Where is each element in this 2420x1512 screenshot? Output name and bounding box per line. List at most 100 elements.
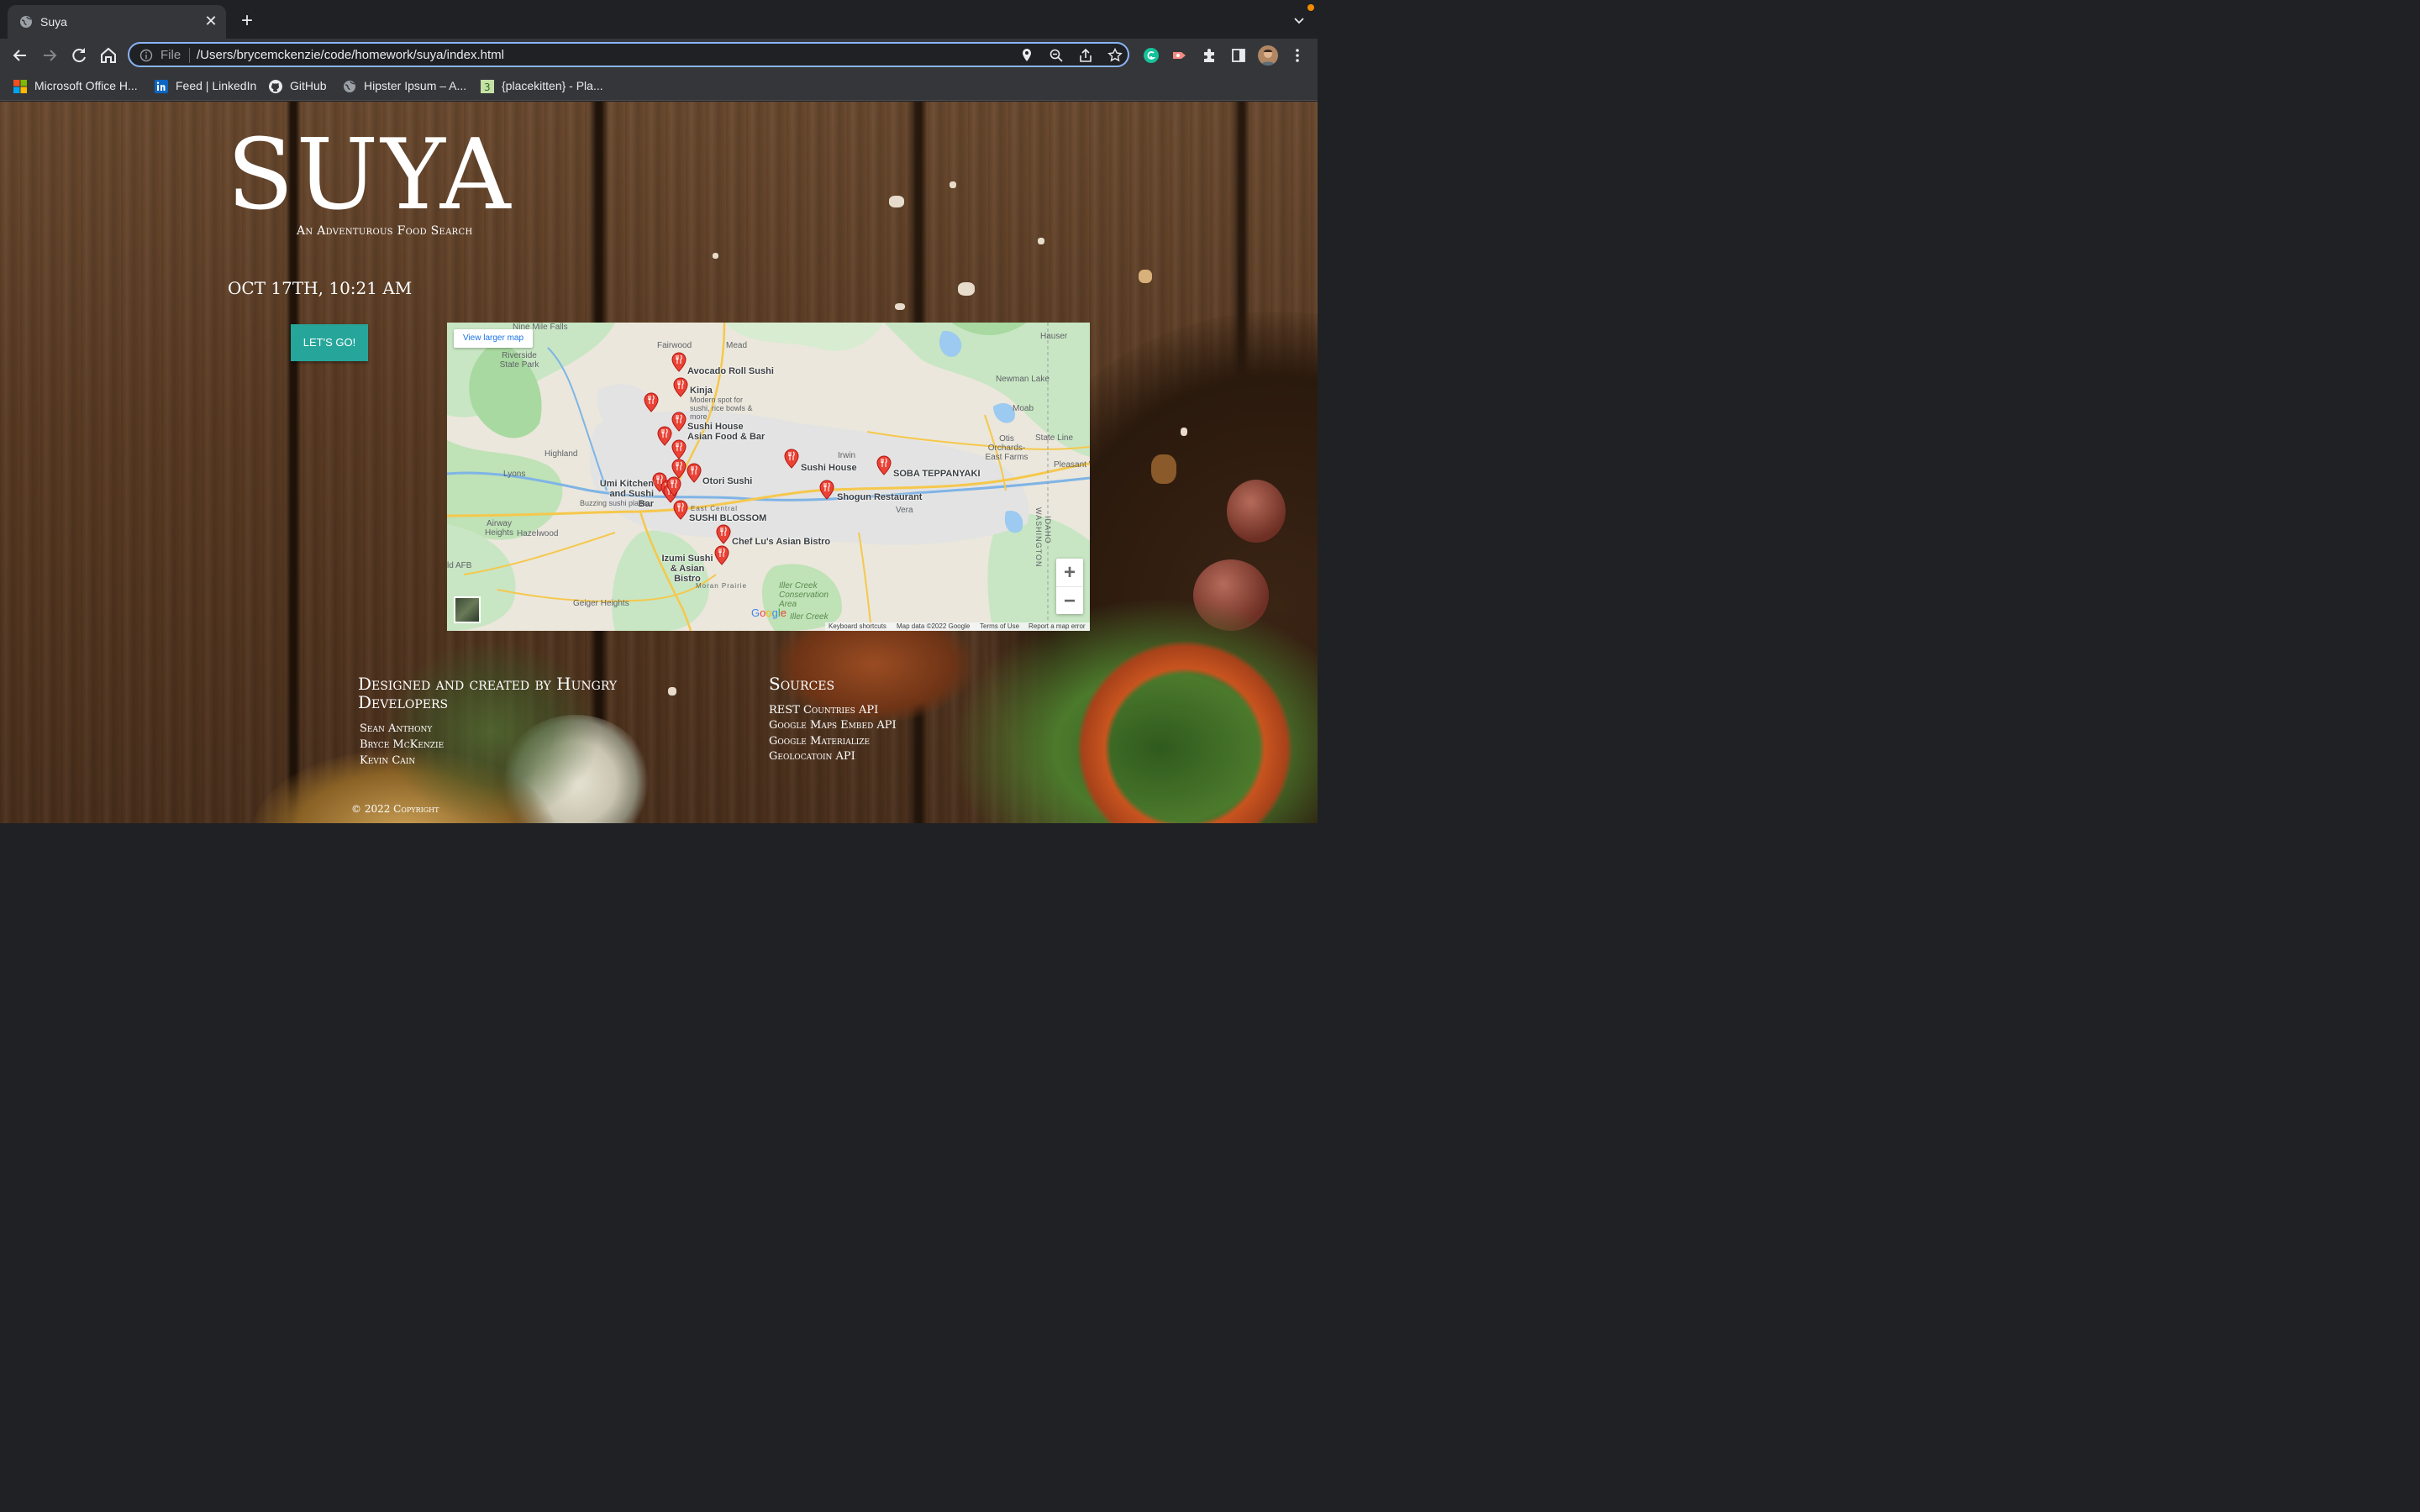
google-map-embed[interactable]: View larger map Nine Mile Falls Fairwood… <box>447 323 1090 631</box>
report-map-error-link[interactable]: Report a map error <box>1028 622 1086 631</box>
browser-tab[interactable]: Suya ✕ <box>8 5 226 39</box>
crumb-decoration <box>1038 238 1044 244</box>
lets-go-button[interactable]: LET'S GO! <box>291 324 368 361</box>
restaurant-pin-icon[interactable] <box>671 412 687 432</box>
crumb-decoration <box>1151 454 1176 484</box>
crumb-decoration <box>1139 270 1152 283</box>
back-arrow-icon[interactable] <box>10 45 30 66</box>
map-zoom-control: + − <box>1056 559 1083 614</box>
globe-icon <box>344 81 355 92</box>
place-label-otori-sushi[interactable]: Otori Sushi <box>702 476 752 486</box>
sources-heading: Sources <box>769 674 835 694</box>
place-description-kinja: Modern spot for sushi, rice bowls & more <box>690 396 753 421</box>
restaurant-pin-icon[interactable] <box>666 476 681 496</box>
zoom-icon[interactable] <box>1049 48 1064 63</box>
restaurant-pin-icon[interactable] <box>687 463 702 483</box>
bookmark-linkedin[interactable]: Feed | LinkedIn <box>155 78 257 95</box>
satellite-toggle-thumbnail[interactable] <box>454 596 481 623</box>
side-panel-icon[interactable] <box>1230 47 1247 64</box>
info-icon[interactable] <box>139 49 153 62</box>
address-bar[interactable]: File /Users/brycemckenzie/code/homework/… <box>128 42 1129 67</box>
crumb-decoration <box>958 282 975 296</box>
source-link[interactable]: REST Countries API <box>769 704 878 717</box>
restaurant-pin-icon[interactable] <box>819 480 834 500</box>
webpage-viewport: SUYA An Adventurous Food Search OCT 17TH… <box>0 102 1318 823</box>
map-area-label: State Line <box>1035 433 1074 443</box>
tab-title: Suya <box>40 15 67 29</box>
new-tab-button[interactable]: + <box>238 11 256 31</box>
developer-name: Sean Anthony <box>360 722 433 735</box>
update-indicator-icon <box>1307 4 1314 11</box>
restaurant-pin-icon[interactable] <box>716 524 731 544</box>
bookmark-hipster-ipsum[interactable]: Hipster Ipsum – A... <box>343 78 469 95</box>
bookmark-label: {placekitten} - Pla... <box>502 79 603 92</box>
bookmark-label: Microsoft Office H... <box>34 79 138 92</box>
restaurant-pin-icon[interactable] <box>644 392 659 412</box>
crumb-decoration <box>950 181 956 188</box>
map-area-label: Highland <box>544 449 578 459</box>
zoom-in-button[interactable]: + <box>1056 559 1083 586</box>
grammarly-icon[interactable] <box>1143 47 1160 64</box>
restaurant-pin-icon[interactable] <box>671 352 687 372</box>
bookmark-label: Hipster Ipsum – A... <box>364 79 467 92</box>
kebab-menu-icon[interactable] <box>1289 47 1306 64</box>
svg-text:3: 3 <box>484 81 491 93</box>
place-label-soba-teppanyaki[interactable]: SOBA TEPPANYAKI <box>893 469 981 479</box>
profile-avatar[interactable] <box>1258 45 1278 66</box>
source-link[interactable]: Google Materialize <box>769 735 870 748</box>
map-area-label: Airway Heights <box>485 519 513 538</box>
tab-strip: Suya ✕ + <box>0 0 1318 39</box>
globe-icon <box>20 16 32 28</box>
map-data-text: Map data ©2022 Google <box>897 622 971 630</box>
microsoft-icon <box>13 80 27 93</box>
place-label-avocado-roll-sushi[interactable]: Avocado Roll Sushi <box>687 366 774 376</box>
terms-of-use-link[interactable]: Terms of Use <box>980 622 1019 631</box>
restaurant-pin-icon[interactable] <box>657 426 672 446</box>
restaurant-pin-icon[interactable] <box>784 449 799 469</box>
map-area-label: Riverside State Park <box>499 351 539 370</box>
extensions-puzzle-icon[interactable] <box>1201 47 1218 64</box>
crumb-decoration <box>713 253 718 259</box>
place-label-chef-lus-asian-bistro[interactable]: Chef Lu's Asian Bistro <box>732 537 830 547</box>
restaurant-pin-icon[interactable] <box>714 545 729 565</box>
placekitten-icon: 3 <box>481 80 494 93</box>
place-label-sushi-house-asian-food[interactable]: Sushi House Asian Food & Bar <box>687 422 768 442</box>
restaurant-pin-icon[interactable] <box>673 377 688 397</box>
map-area-label: Nine Mile Falls <box>513 323 568 332</box>
bookmark-placekitten[interactable]: 3 {placekitten} - Pla... <box>481 78 607 95</box>
tab-search-chevron-icon[interactable] <box>1292 13 1306 27</box>
screen-recorder-icon[interactable] <box>1171 47 1188 64</box>
map-area-label: Newman Lake <box>996 375 1050 384</box>
map-area-label: Pleasant V <box>1054 460 1090 470</box>
map-area-label: WASHINGTON <box>1034 507 1043 568</box>
crumb-decoration <box>668 687 676 696</box>
share-icon[interactable] <box>1078 48 1093 63</box>
bookmark-microsoft-office[interactable]: Microsoft Office H... <box>13 78 141 95</box>
reload-icon[interactable] <box>69 45 89 66</box>
source-link[interactable]: Google Maps Embed API <box>769 719 897 732</box>
view-larger-map-link[interactable]: View larger map <box>454 329 533 348</box>
keyboard-shortcuts-link[interactable]: Keyboard shortcuts <box>829 622 886 631</box>
map-area-label: Hazelwood <box>517 529 559 538</box>
map-area-label: Fairwood <box>657 341 692 350</box>
place-label-izumi-sushi[interactable]: Izumi Sushi & Asian Bistro <box>659 554 716 584</box>
place-label-sushi-blossom[interactable]: SUSHI BLOSSOM <box>689 513 766 523</box>
crumb-decoration <box>895 303 905 310</box>
location-pin-icon[interactable] <box>1019 48 1034 63</box>
url-scheme-label: File <box>160 48 182 62</box>
home-icon[interactable] <box>98 45 118 66</box>
url-text[interactable]: /Users/brycemckenzie/code/homework/suya/… <box>197 48 504 62</box>
restaurant-pin-icon[interactable] <box>671 439 687 459</box>
forward-arrow-icon[interactable] <box>39 45 60 66</box>
zoom-out-button[interactable]: − <box>1056 586 1083 615</box>
source-link[interactable]: Geolocatoin API <box>769 750 855 763</box>
restaurant-pin-icon[interactable] <box>876 455 892 475</box>
restaurant-pin-icon[interactable] <box>673 500 688 520</box>
place-label-sushi-house[interactable]: Sushi House <box>801 463 857 473</box>
place-label-kinja[interactable]: Kinja <box>690 386 713 396</box>
bookmark-star-icon[interactable] <box>1107 48 1123 63</box>
map-area-label: Iller Creek <box>790 612 829 622</box>
place-label-shogun-restaurant[interactable]: Shogun Restaurant <box>837 492 922 502</box>
bookmark-github[interactable]: GitHub <box>269 78 332 95</box>
close-tab-icon[interactable]: ✕ <box>203 13 219 29</box>
